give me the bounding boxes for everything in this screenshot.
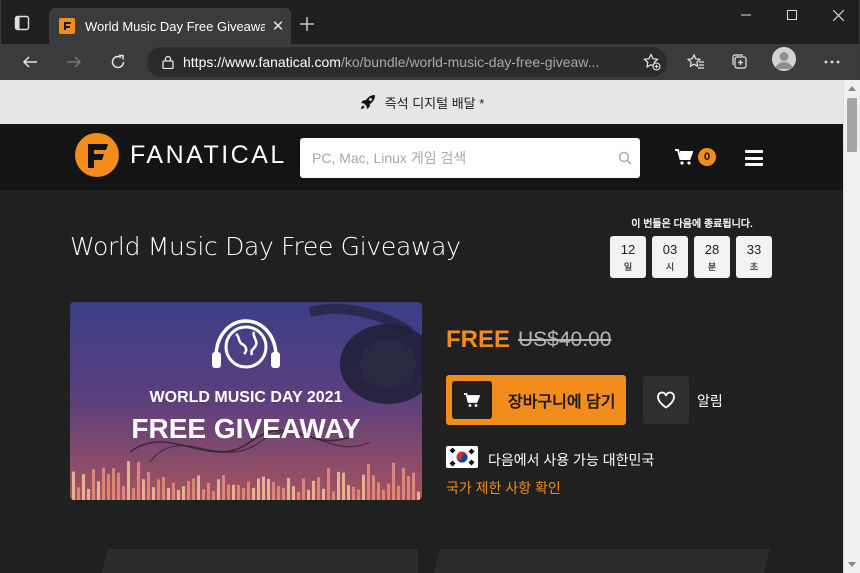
countdown-seconds: 33 초 xyxy=(736,236,772,278)
back-icon[interactable] xyxy=(15,47,45,77)
rocket-icon xyxy=(359,93,377,111)
cart-count-badge: 0 xyxy=(698,148,716,166)
cart-icon xyxy=(675,149,693,165)
bottom-card-left xyxy=(96,549,418,573)
add-favorite-icon[interactable] xyxy=(637,53,667,71)
search-input[interactable]: PC, Mac, Linux 게임 검색 xyxy=(300,138,640,178)
hero-line2: FREE GIVEAWAY xyxy=(131,413,361,444)
browser-toolbar: https://www.fanatical.com/ko/bundle/worl… xyxy=(0,44,860,80)
tab-actions-icon[interactable] xyxy=(13,14,31,32)
countdown-value: 33 xyxy=(746,241,762,257)
promo-text: 즉석 디지털 배달 * xyxy=(384,95,485,111)
search-icon[interactable] xyxy=(610,151,640,165)
countdown-hours: 03 시 xyxy=(652,236,688,278)
url-host: https://www.fanatical.com xyxy=(183,54,341,70)
countdown-unit: 초 xyxy=(749,261,759,272)
countdown-timer: 12 일 03 시 28 분 33 초 xyxy=(610,236,778,278)
region-availability: 다음에서 사용 가능 대한민국 xyxy=(488,452,655,468)
scroll-thumb[interactable] xyxy=(847,98,857,152)
original-price: US$40.00 xyxy=(518,328,612,351)
countdown-unit: 시 xyxy=(665,261,675,272)
countdown-value: 03 xyxy=(662,241,678,257)
hero-image[interactable]: WORLD MUSIC DAY 2021 FREE GIVEAWAY xyxy=(70,302,422,500)
wishlist-button[interactable] xyxy=(643,376,689,424)
browser-tab[interactable]: World Music Day Free Giveaway ✕ xyxy=(49,8,291,44)
refresh-icon[interactable] xyxy=(103,47,133,77)
add-to-cart-button[interactable]: 장바구니에 담기 xyxy=(446,375,626,425)
fanatical-favicon-icon xyxy=(59,18,75,34)
add-to-cart-label: 장바구니에 담기 xyxy=(508,394,616,411)
forward-icon[interactable] xyxy=(59,47,89,77)
close-window-icon[interactable] xyxy=(815,0,860,30)
minimize-icon[interactable] xyxy=(723,0,769,30)
web-page: 즉석 디지털 배달 * FANATICAL PC, Mac, Linux 게임 … xyxy=(0,80,843,573)
fanatical-logo[interactable]: FANATICAL xyxy=(74,132,287,178)
url-text[interactable]: https://www.fanatical.com/ko/bundle/worl… xyxy=(183,54,637,70)
logo-text: FANATICAL xyxy=(130,140,287,169)
countdown-days: 12 일 xyxy=(610,236,646,278)
search-placeholder: PC, Mac, Linux 게임 검색 xyxy=(312,150,467,166)
favorites-icon[interactable] xyxy=(681,47,711,77)
hamburger-menu-icon[interactable] xyxy=(745,150,763,166)
promo-bar: 즉석 디지털 배달 * xyxy=(0,80,843,124)
countdown-minutes: 28 분 xyxy=(694,236,730,278)
wishlist-label: 알림 xyxy=(697,393,723,409)
more-options-icon[interactable] xyxy=(817,47,847,77)
cart-button[interactable]: 0 xyxy=(675,148,716,166)
scroll-down-icon[interactable] xyxy=(848,562,856,567)
tab-close-icon[interactable]: ✕ xyxy=(265,13,291,39)
address-bar[interactable]: https://www.fanatical.com/ko/bundle/worl… xyxy=(147,47,667,77)
browser-titlebar: World Music Day Free Giveaway ✕ xyxy=(0,0,860,44)
countdown-unit: 분 xyxy=(707,261,717,272)
url-path: /ko/bundle/world-music-day-free-giveaw..… xyxy=(340,54,600,70)
cart-icon xyxy=(452,381,492,419)
heart-icon xyxy=(657,391,675,409)
price-free: FREE xyxy=(446,326,511,353)
scroll-up-icon[interactable] xyxy=(848,86,856,91)
collections-icon[interactable] xyxy=(725,47,755,77)
south-korea-flag-icon xyxy=(446,446,478,468)
countdown-unit: 일 xyxy=(623,261,633,272)
hero-line1: WORLD MUSIC DAY 2021 xyxy=(150,389,343,406)
page-scrollbar[interactable] xyxy=(843,80,860,573)
countdown-value: 12 xyxy=(620,241,636,257)
site-header: FANATICAL PC, Mac, Linux 게임 검색 0 xyxy=(0,124,843,190)
maximize-icon[interactable] xyxy=(769,0,815,30)
profile-avatar[interactable] xyxy=(772,47,796,71)
countdown-label: 이 번들은 다음에 종료됩니다. xyxy=(631,219,753,230)
page-title: World Music Day Free Giveaway xyxy=(70,232,461,261)
bottom-card-right xyxy=(430,549,770,573)
lock-icon[interactable] xyxy=(153,55,183,69)
tab-title: World Music Day Free Giveaway xyxy=(85,18,265,34)
new-tab-icon[interactable] xyxy=(295,12,319,36)
region-restrictions-link[interactable]: 국가 제한 사항 확인 xyxy=(446,478,561,498)
countdown-value: 28 xyxy=(704,241,720,257)
fanatical-logo-icon xyxy=(75,133,119,177)
